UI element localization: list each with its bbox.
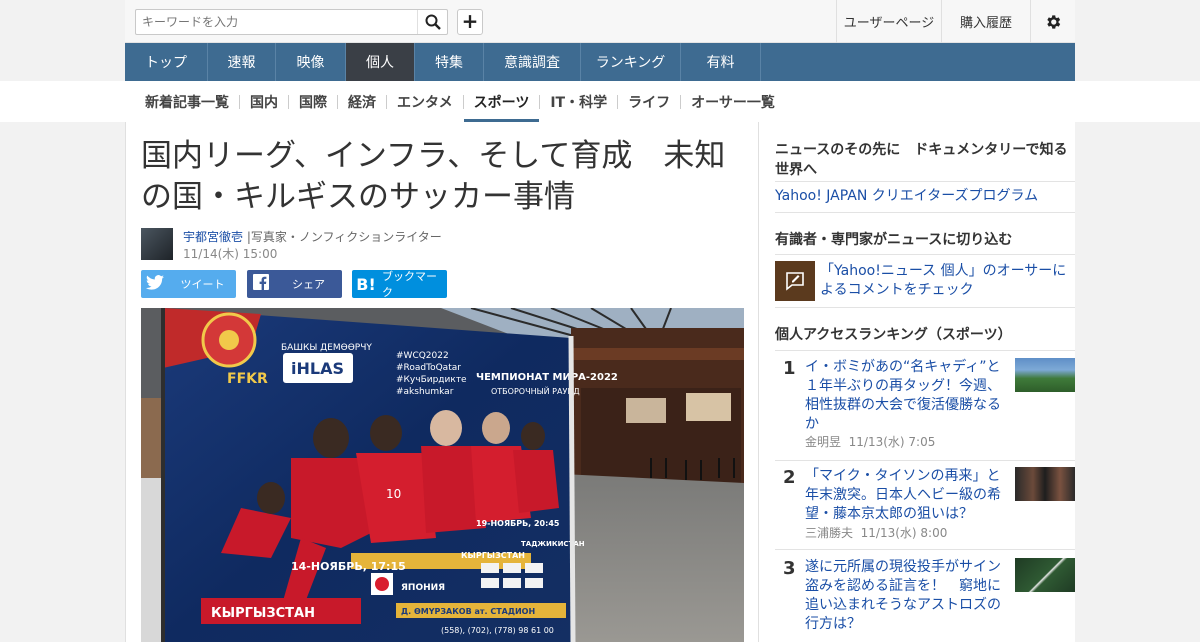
promo-heading: ニュースのその先に ドキュメンタリーで知る世界へ xyxy=(775,142,1068,178)
bookmark-label: ブックマーク xyxy=(382,270,437,299)
facebook-share-label: シェア xyxy=(292,278,325,291)
ranking-title[interactable]: 遂に元所属の現役投手がサイン盗みを認める証言を！ 窮地に追い込まれそうなアストロ… xyxy=(805,558,1010,634)
search-button[interactable] xyxy=(417,10,447,34)
photo-team-kg: КЫРГЫЗСТАН xyxy=(211,606,315,621)
tweet-label: ツイート xyxy=(180,278,225,291)
add-button[interactable]: + xyxy=(457,9,483,35)
nav-survey[interactable]: 意識調査 xyxy=(484,43,581,81)
photo-illustration: FFKR БАШКЫ ДЕМӨӨРЧҮ iHLAS #WCQ2022 #Road… xyxy=(141,308,744,642)
tweet-button[interactable]: ツイート xyxy=(141,270,236,298)
photo-round: ОТБОРОЧНЫЙ РАУНД xyxy=(491,385,580,396)
ranking-title[interactable]: 「マイク・タイソンの再来」と年末激突。日本人ヘビー級の希望・藤本京太郎の狙いは？ xyxy=(805,467,1010,524)
nav-individual[interactable]: 個人 xyxy=(346,43,415,81)
ranking-thumbnail[interactable] xyxy=(1015,358,1075,392)
ranking-date: 11/13(水) 7:05 xyxy=(848,435,936,449)
expert-icon[interactable] xyxy=(775,261,815,301)
facebook-icon xyxy=(247,274,275,294)
ranking-author: 三浦勝夫 xyxy=(805,526,854,540)
photo-stadium: Д. ӨМҮРЗАКОВ ат. СТАДИОН xyxy=(401,607,535,616)
nav-breaking[interactable]: 速報 xyxy=(208,43,276,81)
search-icon xyxy=(425,14,441,30)
creators-program-link[interactable]: Yahoo! JAPAN クリエイターズプログラム xyxy=(775,186,1038,206)
main-nav: トップ 速報 映像 個人 特集 意識調査 ランキング 有料 xyxy=(125,43,1075,81)
photo-team-kg-right: КЫРГЫЗСТАН xyxy=(461,551,525,560)
top-bar: + ユーザーページ 購入履歴 xyxy=(125,0,1075,43)
ranking-thumbnail[interactable] xyxy=(1015,558,1075,592)
photo-match2: 19-НОЯБРЬ, 20:45 xyxy=(476,519,560,528)
photo-hashtag-2: #RoadToQatar xyxy=(396,363,461,373)
author-avatar[interactable] xyxy=(141,228,173,260)
author-name-link[interactable]: 宇都宮徹壱 xyxy=(183,230,243,244)
subnav-entertainment[interactable]: エンタメ xyxy=(387,81,463,122)
ranking-number: 1 xyxy=(783,358,796,379)
twitter-bird-icon xyxy=(141,274,169,294)
photo-team-tj: ТАДЖИКИСТАН xyxy=(521,540,585,548)
ranking-thumbnail[interactable] xyxy=(1015,467,1075,501)
nav-video[interactable]: 映像 xyxy=(276,43,346,81)
gear-icon xyxy=(1047,14,1061,29)
svg-text:10: 10 xyxy=(386,487,401,501)
ranking-author: 金明昱 xyxy=(805,435,842,449)
expert-comment-link[interactable]: 「Yahoo!ニュース 個人」のオーサーによるコメントをチェック xyxy=(820,262,1070,300)
hatena-bookmark-button[interactable]: B! ブックマーク xyxy=(352,270,447,299)
purchase-history-link[interactable]: 購入履歴 xyxy=(941,0,1030,43)
expert-heading: 有識者・専門家がニュースに切り込む xyxy=(775,232,1013,248)
nav-top[interactable]: トップ xyxy=(125,43,208,81)
photo-match1: 14-НОЯБРЬ, 17:15 xyxy=(291,560,406,573)
facebook-share-button[interactable]: シェア xyxy=(247,270,342,298)
article-column: 国内リーグ、インフラ、そして育成 未知の国・キルギスのサッカー事情 宇都宮徹壱 … xyxy=(125,122,759,642)
subnav-domestic[interactable]: 国内 xyxy=(240,81,288,122)
photo-sponsor: iHLAS xyxy=(291,359,344,378)
photo-championship: ЧЕМПИОНАТ МИРА-2022 xyxy=(476,372,618,383)
subnav-latest[interactable]: 新着記事一覧 xyxy=(135,81,239,122)
photo-hashtag-3: #КучБирдикте xyxy=(396,375,467,385)
article-photo[interactable]: FFKR БАШКЫ ДЕМӨӨРЧҮ iHLAS #WCQ2022 #Road… xyxy=(141,308,744,642)
pen-comment-icon xyxy=(786,272,804,291)
ranking-item-1[interactable]: 1 イ・ボミがあの“名キャディ”と１年半ぶりの再タッグ！今週、相性抜群の大会で復… xyxy=(775,358,1075,458)
ranking-heading: 個人アクセスランキング（スポーツ） xyxy=(775,327,1012,343)
article-title: 国内リーグ、インフラ、そして育成 未知の国・キルギスのサッカー事情 xyxy=(141,138,726,215)
ranking-date: 11/13(水) 8:00 xyxy=(860,526,948,540)
ranking-number: 2 xyxy=(783,467,796,488)
subnav-authors[interactable]: オーサー一覧 xyxy=(681,81,785,122)
subnav-life[interactable]: ライフ xyxy=(618,81,680,122)
ranking-title[interactable]: イ・ボミがあの“名キャディ”と１年半ぶりの再タッグ！今週、相性抜群の大会で復活優… xyxy=(805,358,1010,434)
nav-features[interactable]: 特集 xyxy=(415,43,484,81)
search-input[interactable] xyxy=(136,10,416,34)
nav-paid[interactable]: 有料 xyxy=(681,43,761,81)
settings-button[interactable] xyxy=(1030,0,1075,43)
ranking-number: 3 xyxy=(783,558,796,579)
photo-banner-top: БАШКЫ ДЕМӨӨРЧҮ xyxy=(281,343,372,353)
search-box xyxy=(135,9,448,35)
article-date: 11/14(木) 15:00 xyxy=(183,247,278,261)
user-page-link[interactable]: ユーザーページ xyxy=(836,0,941,43)
photo-team-jp: ЯПОНИЯ xyxy=(401,583,445,593)
ranking-item-3[interactable]: 3 遂に元所属の現役投手がサイン盗みを認める証言を！ 窮地に追い込まれそうなアス… xyxy=(775,558,1075,638)
nav-ranking[interactable]: ランキング xyxy=(581,43,681,81)
sub-nav: 新着記事一覧 国内 国際 経済 エンタメ スポーツ IT・科学 ライフ オーサー… xyxy=(125,81,1075,122)
author-title: |写真家・ノンフィクションライター xyxy=(246,230,442,244)
hatena-bookmark-icon: B! xyxy=(356,274,376,294)
subnav-sports[interactable]: スポーツ xyxy=(463,81,540,122)
photo-phone: (558), (702), (778) 98 61 00 xyxy=(441,626,554,635)
photo-logo-text: FFKR xyxy=(227,371,268,387)
photo-hashtag-1: #WCQ2022 xyxy=(396,351,449,361)
subnav-economy[interactable]: 経済 xyxy=(338,81,386,122)
subnav-it-science[interactable]: IT・科学 xyxy=(540,81,617,122)
sidebar: ニュースのその先に ドキュメンタリーで知る世界へ Yahoo! JAPAN クリ… xyxy=(759,122,1075,642)
photo-hashtag-4: #akshumkar xyxy=(396,387,454,397)
subnav-international[interactable]: 国際 xyxy=(289,81,337,122)
ranking-item-2[interactable]: 2 「マイク・タイソンの再来」と年末激突。日本人ヘビー級の希望・藤本京太郎の狙い… xyxy=(775,467,1075,547)
